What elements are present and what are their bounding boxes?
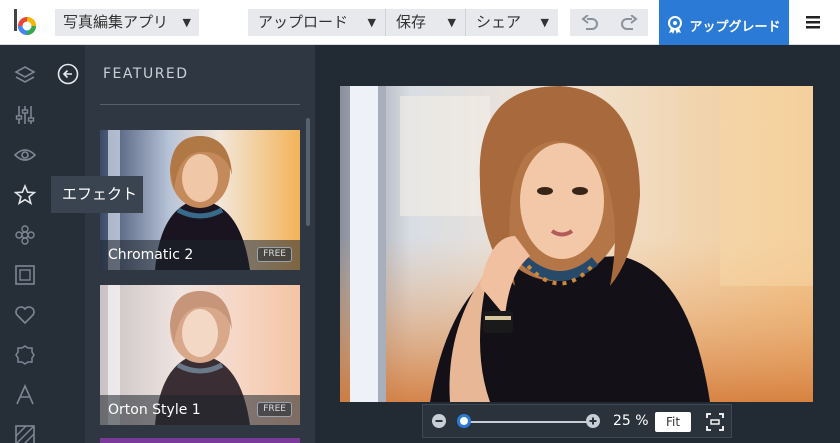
flower-icon	[15, 225, 35, 245]
tool-layers[interactable]	[0, 55, 50, 95]
chevron-down-icon: ▼	[182, 16, 191, 29]
free-badge: FREE	[257, 402, 292, 417]
panel-scrollbar[interactable]	[306, 118, 310, 226]
effect-thumbnail-partial[interactable]	[100, 438, 300, 443]
app-logo-icon[interactable]	[12, 9, 38, 37]
file-menu-group: アップロード ▼ 保存 ▼ シェア ▼	[248, 9, 558, 36]
tool-effects[interactable]	[0, 175, 50, 215]
edited-photo[interactable]	[340, 86, 813, 402]
redo-button[interactable]	[609, 9, 648, 36]
tool-text[interactable]	[0, 375, 50, 415]
tool-overlays[interactable]	[0, 295, 50, 335]
redo-icon	[620, 14, 638, 30]
fullscreen-icon[interactable]	[705, 412, 725, 432]
share-menu[interactable]: シェア ▼	[466, 9, 558, 36]
save-menu-label: 保存	[396, 13, 427, 31]
tool-rail	[0, 45, 50, 443]
tool-badges[interactable]	[0, 335, 50, 375]
back-arrow-icon[interactable]	[57, 63, 79, 85]
upgrade-label: アップグレード	[689, 19, 781, 35]
panel-nav-strip	[50, 45, 85, 443]
undo-button[interactable]	[570, 9, 609, 36]
upload-menu[interactable]: アップロード ▼	[248, 9, 386, 36]
free-badge: FREE	[257, 247, 292, 262]
zoom-out-icon[interactable]	[432, 414, 446, 428]
panel-title: FEATURED	[103, 66, 189, 82]
texture-icon	[15, 425, 35, 443]
zoom-slider-handle[interactable]	[457, 414, 471, 428]
effect-name: Chromatic 2	[108, 247, 194, 263]
history-group	[570, 9, 648, 36]
tool-textures[interactable]	[0, 415, 50, 443]
undo-icon	[580, 14, 598, 30]
app-menu-label: 写真編集アプリ	[63, 13, 169, 31]
badge-icon	[15, 345, 35, 365]
upgrade-button[interactable]: アップグレード	[659, 0, 789, 50]
zoom-in-icon[interactable]	[586, 414, 600, 428]
frame-icon	[15, 265, 35, 285]
zoom-slider-track[interactable]	[459, 421, 599, 423]
hamburger-menu-icon[interactable]	[803, 12, 823, 32]
zoom-bar: 25 % Fit	[422, 404, 732, 438]
chevron-down-icon: ▼	[540, 16, 549, 29]
layers-icon	[14, 66, 36, 83]
effect-thumbnail-orton-style-1[interactable]: Orton Style 1 FREE	[100, 285, 300, 425]
share-menu-label: シェア	[476, 13, 522, 31]
fit-button[interactable]: Fit	[655, 412, 691, 432]
top-bar: 写真編集アプリ ▼ アップロード ▼ 保存 ▼ シェア ▼ アップグレード	[0, 0, 840, 50]
heart-icon	[15, 306, 35, 325]
text-icon	[16, 384, 34, 405]
upload-menu-label: アップロード	[258, 13, 349, 31]
tool-adjust[interactable]	[0, 95, 50, 135]
sliders-icon	[15, 106, 35, 124]
zoom-percentage: 25 %	[613, 413, 649, 429]
save-menu[interactable]: 保存 ▼	[386, 9, 466, 36]
effect-name: Orton Style 1	[108, 402, 201, 418]
app-menu-dropdown[interactable]: 写真編集アプリ ▼	[55, 9, 199, 36]
tool-frames[interactable]	[0, 255, 50, 295]
award-icon	[668, 16, 683, 34]
effects-tooltip: エフェクト	[51, 176, 143, 213]
star-icon	[14, 184, 36, 206]
eye-icon	[14, 149, 36, 161]
photo-image	[340, 86, 813, 402]
tool-stickers[interactable]	[0, 215, 50, 255]
panel-divider	[100, 104, 300, 105]
tool-touchup[interactable]	[0, 135, 50, 175]
chevron-down-icon: ▼	[447, 16, 456, 29]
chevron-down-icon: ▼	[367, 16, 376, 29]
